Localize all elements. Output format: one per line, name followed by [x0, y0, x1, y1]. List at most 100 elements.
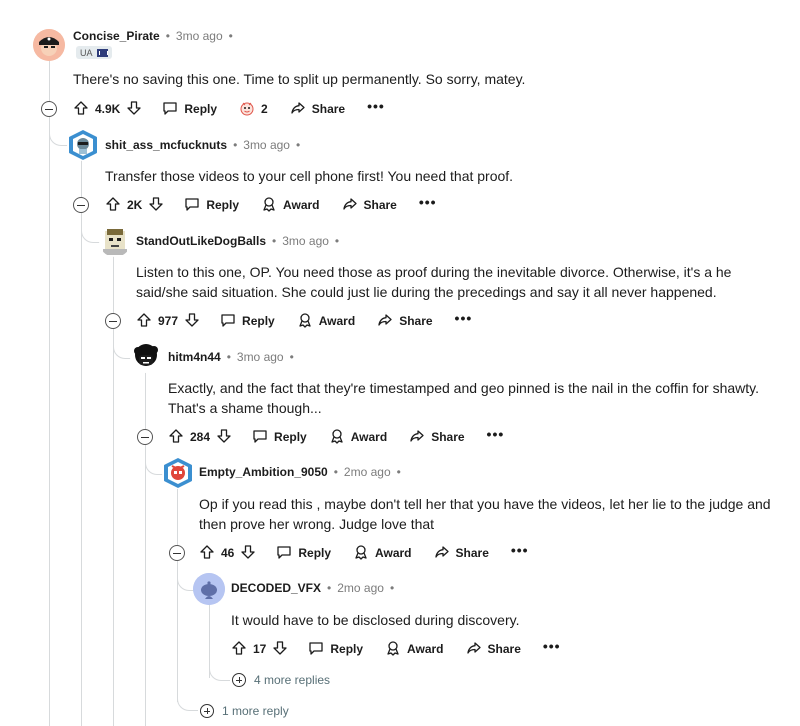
comment-body-line: That's a shame though...: [168, 400, 322, 416]
upvote-icon[interactable]: [199, 544, 215, 563]
more-replies-label: 1 more reply: [222, 704, 289, 718]
upvote-icon[interactable]: [231, 640, 247, 659]
reply-button[interactable]: Reply: [252, 428, 307, 447]
thread-connector: [81, 222, 100, 243]
avatar[interactable]: [99, 225, 131, 257]
reply-label: Reply: [274, 430, 307, 444]
more-replies-link[interactable]: 4 more replies: [232, 673, 330, 687]
thread-connector: [209, 662, 230, 681]
upvote-icon[interactable]: [168, 428, 184, 447]
avatar[interactable]: [193, 573, 225, 605]
share-icon: [342, 196, 358, 215]
avatar[interactable]: [162, 457, 194, 489]
vote-count: 977: [158, 314, 179, 328]
separator: •: [396, 465, 401, 479]
flag-icon: [96, 48, 108, 57]
comment-body-line: said/she said situation. She could just …: [136, 284, 717, 300]
award-button[interactable]: Award: [297, 312, 355, 331]
share-button[interactable]: Share: [342, 196, 397, 215]
comment-author[interactable]: DECODED_VFX: [231, 581, 321, 595]
vote-count: 284: [190, 430, 211, 444]
collapse-button[interactable]: [73, 197, 89, 213]
thread-line-level-3[interactable]: [145, 372, 146, 726]
downvote-icon[interactable]: [216, 428, 232, 447]
reply-label: Reply: [206, 198, 240, 212]
comment-meta: hitm4n44 • 3mo ago •: [168, 347, 294, 367]
award-button[interactable]: Award: [353, 544, 412, 563]
comment-time[interactable]: 3mo ago: [237, 350, 284, 364]
plus-circle-icon: [200, 704, 214, 718]
more-replies-link[interactable]: 1 more reply: [200, 704, 289, 718]
award-button[interactable]: Award: [261, 196, 320, 215]
reply-button[interactable]: Reply: [308, 640, 363, 659]
award-label: Award: [350, 430, 388, 444]
comment-time[interactable]: 3mo ago: [243, 138, 290, 152]
reply-label: Reply: [242, 314, 275, 328]
share-button[interactable]: Share: [409, 428, 465, 447]
avatar[interactable]: [33, 29, 65, 61]
upvote-icon[interactable]: [105, 196, 121, 215]
award-label: Award: [283, 198, 320, 212]
more-options-button[interactable]: •••: [367, 98, 385, 114]
reply-button[interactable]: Reply: [162, 100, 217, 119]
vote-count: 17: [253, 642, 267, 656]
thread-line-level-0[interactable]: [49, 58, 50, 726]
comment-time[interactable]: 2mo ago: [337, 581, 384, 595]
share-button[interactable]: Share: [434, 544, 489, 563]
thread-line-level-4[interactable]: [177, 488, 178, 702]
more-options-button[interactable]: •••: [419, 194, 437, 210]
reply-button[interactable]: Reply: [220, 312, 275, 331]
plus-circle-icon: [232, 673, 246, 687]
comment-author[interactable]: Empty_Ambition_9050: [199, 465, 328, 479]
comment-actions: 4.9K Reply 2 Share •••: [73, 95, 385, 123]
downvote-icon[interactable]: [126, 100, 142, 119]
more-options-button[interactable]: •••: [511, 542, 529, 558]
more-options-button[interactable]: •••: [455, 310, 473, 326]
avatar[interactable]: [67, 129, 99, 161]
share-label: Share: [399, 314, 433, 328]
comment-time[interactable]: 2mo ago: [344, 465, 391, 479]
award-icon: [385, 640, 401, 659]
collapse-button[interactable]: [105, 313, 121, 329]
separator: •: [226, 350, 231, 364]
comment-meta: Empty_Ambition_9050 • 2mo ago •: [199, 462, 401, 482]
share-button[interactable]: Share: [466, 640, 521, 659]
comment-meta: shit_ass_mcfucknuts • 3mo ago •: [105, 135, 300, 155]
share-label: Share: [431, 430, 465, 444]
downvote-icon[interactable]: [272, 640, 288, 659]
vote-group: 284: [168, 428, 232, 447]
collapse-button[interactable]: [137, 429, 153, 445]
downvote-icon[interactable]: [184, 312, 200, 331]
share-button[interactable]: Share: [377, 312, 433, 331]
user-flair: UA: [76, 46, 112, 59]
upvote-icon[interactable]: [73, 100, 89, 119]
award-button[interactable]: 2: [239, 100, 268, 119]
upvote-icon[interactable]: [136, 312, 152, 331]
separator: •: [228, 29, 233, 43]
comment-author[interactable]: StandOutLikeDogBalls: [136, 234, 266, 248]
comment-author[interactable]: Concise_Pirate: [73, 29, 160, 43]
comment-time[interactable]: 3mo ago: [176, 29, 223, 43]
collapse-button[interactable]: [41, 101, 57, 117]
reply-button[interactable]: Reply: [276, 544, 331, 563]
downvote-icon[interactable]: [240, 544, 256, 563]
vote-group: 17: [231, 640, 288, 659]
comment-body-line: Exactly, and the fact that they're times…: [168, 380, 760, 396]
comment-actions: 46 Reply Award Share •••: [199, 539, 529, 567]
more-options-button[interactable]: •••: [487, 426, 505, 442]
avatar[interactable]: [130, 341, 162, 373]
comment-author[interactable]: shit_ass_mcfucknuts: [105, 138, 227, 152]
downvote-icon[interactable]: [148, 196, 164, 215]
more-options-button[interactable]: •••: [543, 638, 561, 654]
comment-time[interactable]: 3mo ago: [282, 234, 329, 248]
thread-line-level-1[interactable]: [81, 160, 82, 726]
separator: •: [327, 581, 332, 595]
award-button[interactable]: Award: [329, 428, 387, 447]
comment-author[interactable]: hitm4n44: [168, 350, 221, 364]
comment-actions: 977 Reply Award Share •••: [136, 307, 472, 335]
award-button[interactable]: Award: [385, 640, 444, 659]
collapse-button[interactable]: [169, 545, 185, 561]
reply-button[interactable]: Reply: [184, 196, 239, 215]
comment-actions: 17 Reply Award Share •••: [231, 635, 561, 663]
share-button[interactable]: Share: [290, 100, 345, 119]
